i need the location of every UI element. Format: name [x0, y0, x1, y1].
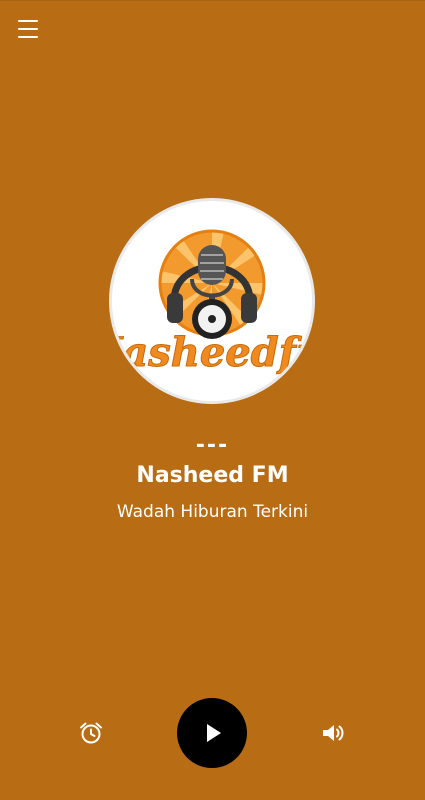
play-button[interactable]	[177, 698, 247, 768]
microphone-headphones-logo-icon: Nasheedfm	[112, 229, 312, 377]
play-icon	[207, 724, 221, 742]
player-screen: Nasheedfm --- Nasheed FM Wadah Hiburan T…	[0, 0, 425, 800]
alarm-button[interactable]	[78, 720, 104, 746]
volume-button[interactable]	[320, 720, 346, 746]
menu-button[interactable]	[18, 20, 40, 38]
station-logo: Nasheedfm	[109, 198, 315, 404]
svg-text:Nasheedfm: Nasheedfm	[112, 329, 312, 376]
hamburger-menu-icon	[18, 20, 38, 22]
station-name: Nasheed FM	[136, 463, 289, 488]
volume-icon	[323, 725, 344, 741]
now-playing-text: ---	[195, 433, 230, 458]
player-controls	[0, 698, 425, 768]
status-divider	[0, 0, 425, 1]
station-tagline: Wadah Hiburan Terkini	[116, 502, 309, 522]
alarm-clock-icon	[80, 722, 102, 744]
